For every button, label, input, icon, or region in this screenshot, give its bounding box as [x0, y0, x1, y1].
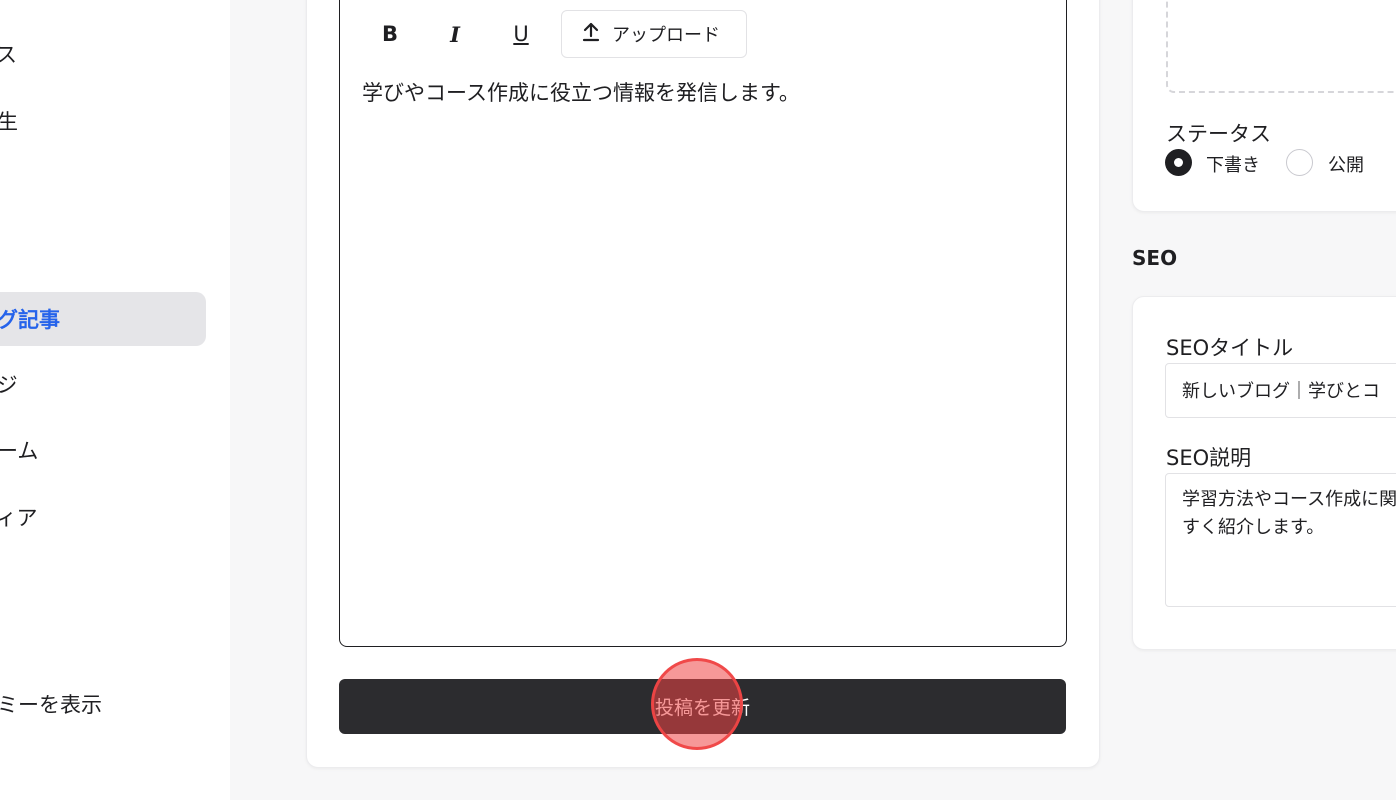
sidebar-item-label: デミーを表示	[0, 693, 102, 717]
status-label: ステータス	[1166, 122, 1271, 146]
underline-button[interactable]: U	[501, 11, 541, 57]
upload-button[interactable]: アップロード	[561, 10, 747, 58]
radio-public[interactable]	[1286, 149, 1313, 176]
seo-heading: SEO	[1132, 246, 1178, 270]
sidebar-item-media[interactable]: ディア	[0, 490, 206, 544]
update-post-button[interactable]: 投稿を更新	[339, 679, 1066, 734]
sidebar-item-view-academy[interactable]: デミーを表示	[0, 677, 206, 731]
sidebar-item-language[interactable]: 語	[0, 743, 206, 797]
radio-draft[interactable]	[1165, 149, 1192, 176]
seo-description-input[interactable]: 学習方法やコース作成に関 すく紹介します。	[1165, 473, 1396, 607]
sidebar: ース 講生 告 ト ログ記事 ージ ォーム ディア 定 用 デミーを表示 語	[0, 0, 230, 800]
image-dropzone[interactable]	[1166, 0, 1396, 93]
radio-draft-label[interactable]: 下書き	[1206, 151, 1260, 177]
sidebar-item-pages[interactable]: ージ	[0, 357, 206, 411]
upload-icon	[582, 22, 600, 47]
sidebar-item-label: ログ記事	[0, 308, 60, 332]
italic-button[interactable]: I	[435, 11, 475, 57]
radio-public-label[interactable]: 公開	[1328, 151, 1364, 177]
sidebar-item-settings[interactable]: 定	[0, 556, 206, 610]
sidebar-item-label: ージ	[0, 373, 18, 397]
sidebar-item-students[interactable]: 講生	[0, 94, 206, 148]
sidebar-item-label: ディア	[0, 506, 38, 530]
seo-description-label: SEO説明	[1166, 446, 1252, 470]
seo-title-input[interactable]: 新しいブログ｜学びとコ	[1165, 363, 1396, 418]
rich-text-editor[interactable]: B I U アップロード 学びやコース作成に役立つ情報を発信します。	[339, 0, 1067, 647]
sidebar-item-label: ース	[0, 43, 17, 67]
sidebar-item-courses[interactable]: ース	[0, 27, 206, 81]
editor-content[interactable]: 学びやコース作成に役立つ情報を発信します。	[362, 77, 800, 107]
sidebar-item-forms[interactable]: ォーム	[0, 423, 206, 477]
sidebar-item-usage[interactable]: 用	[0, 611, 206, 665]
sidebar-item-blog-posts[interactable]: ログ記事	[0, 292, 206, 346]
bold-button[interactable]: B	[370, 11, 410, 57]
upload-label: アップロード	[612, 25, 720, 46]
seo-title-label: SEOタイトル	[1166, 336, 1294, 360]
sidebar-item-t[interactable]: ト	[0, 226, 206, 280]
sidebar-item-announcements[interactable]: 告	[0, 157, 206, 211]
sidebar-item-label: ォーム	[0, 439, 39, 463]
sidebar-item-label: 講生	[0, 110, 18, 134]
